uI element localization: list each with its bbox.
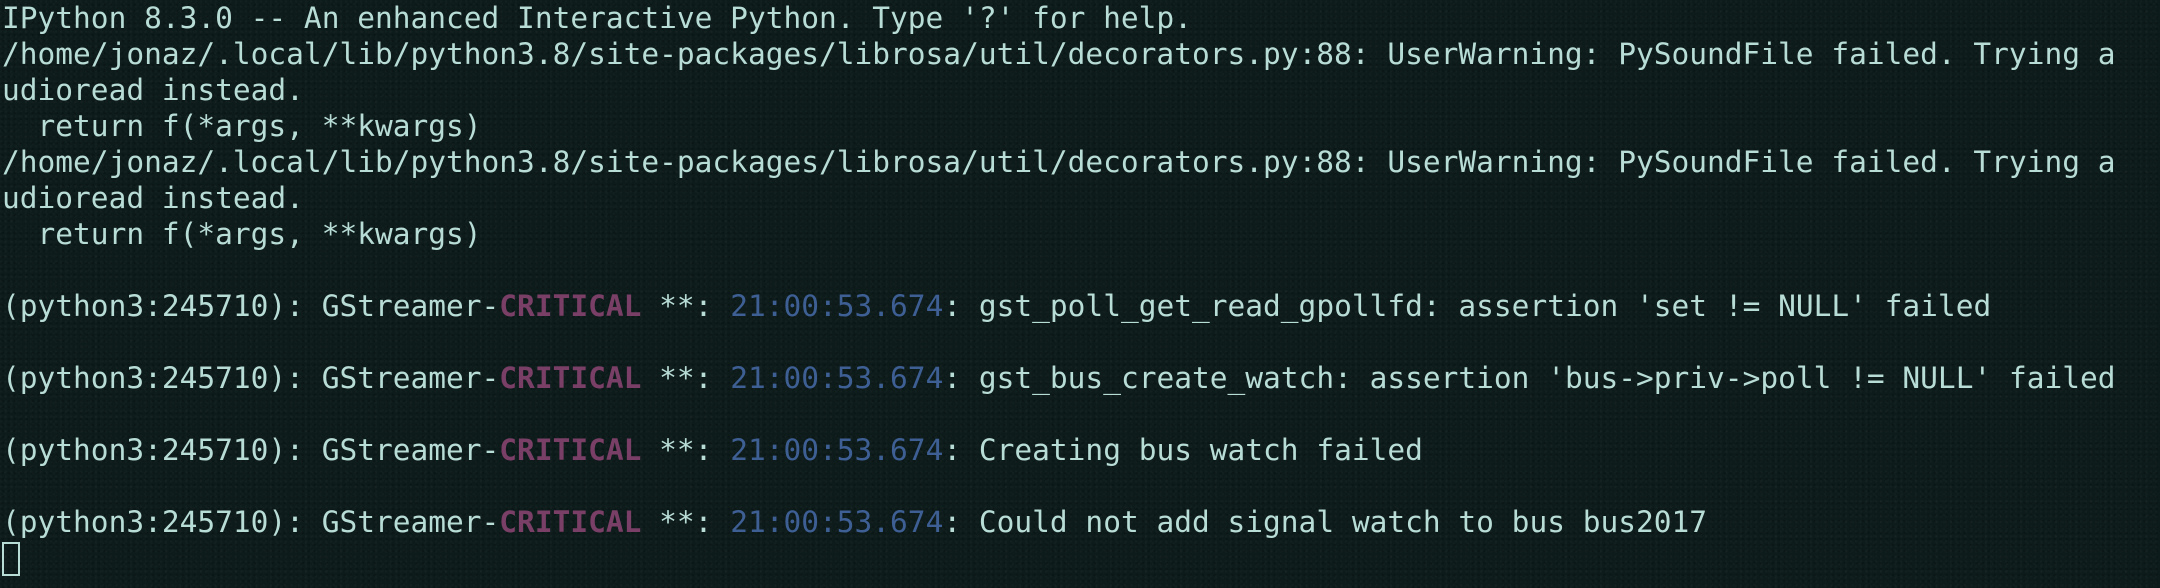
gst-prefix: (python3:245710): GStreamer-	[2, 361, 500, 395]
warning-line: /home/jonaz/.local/lib/python3.8/site-pa…	[2, 145, 2116, 179]
critical-level: CRITICAL	[499, 505, 642, 539]
ipython-banner-line: IPython 8.3.0 -- An enhanced Interactive…	[2, 1, 1192, 35]
gst-separator: **:	[641, 361, 731, 395]
gst-separator: **:	[641, 289, 731, 323]
gst-message: : Could not add signal watch to bus bus2…	[943, 505, 1708, 539]
prompt-line[interactable]	[2, 540, 2160, 576]
timestamp: 21:00:53.674	[730, 289, 944, 323]
critical-level: CRITICAL	[499, 433, 642, 467]
gst-critical-line: (python3:245710): GStreamer-CRITICAL **:…	[2, 504, 2160, 540]
warning-line: udioread instead.	[2, 181, 304, 215]
text-cursor	[2, 541, 20, 576]
gst-message: : gst_bus_create_watch: assertion 'bus->…	[943, 361, 2116, 395]
gst-separator: **:	[641, 433, 731, 467]
timestamp: 21:00:53.674	[730, 361, 944, 395]
critical-level: CRITICAL	[499, 289, 642, 323]
gst-critical-line: (python3:245710): GStreamer-CRITICAL **:…	[2, 360, 2160, 396]
gst-prefix: (python3:245710): GStreamer-	[2, 433, 500, 467]
timestamp: 21:00:53.674	[730, 505, 944, 539]
gst-separator: **:	[641, 505, 731, 539]
timestamp: 21:00:53.674	[730, 433, 944, 467]
gst-critical-line: (python3:245710): GStreamer-CRITICAL **:…	[2, 288, 2160, 324]
gst-message: : gst_poll_get_read_gpollfd: assertion '…	[943, 289, 1992, 323]
critical-level: CRITICAL	[499, 361, 642, 395]
terminal-output[interactable]: IPython 8.3.0 -- An enhanced Interactive…	[0, 0, 2160, 588]
gst-message: : Creating bus watch failed	[943, 433, 1423, 467]
warning-line: udioread instead.	[2, 73, 304, 107]
gst-critical-line: (python3:245710): GStreamer-CRITICAL **:…	[2, 432, 2160, 468]
traceback-line: return f(*args, **kwargs)	[2, 217, 482, 251]
traceback-line: return f(*args, **kwargs)	[2, 109, 482, 143]
warning-line: /home/jonaz/.local/lib/python3.8/site-pa…	[2, 37, 2116, 71]
gst-prefix: (python3:245710): GStreamer-	[2, 289, 500, 323]
gst-prefix: (python3:245710): GStreamer-	[2, 505, 500, 539]
